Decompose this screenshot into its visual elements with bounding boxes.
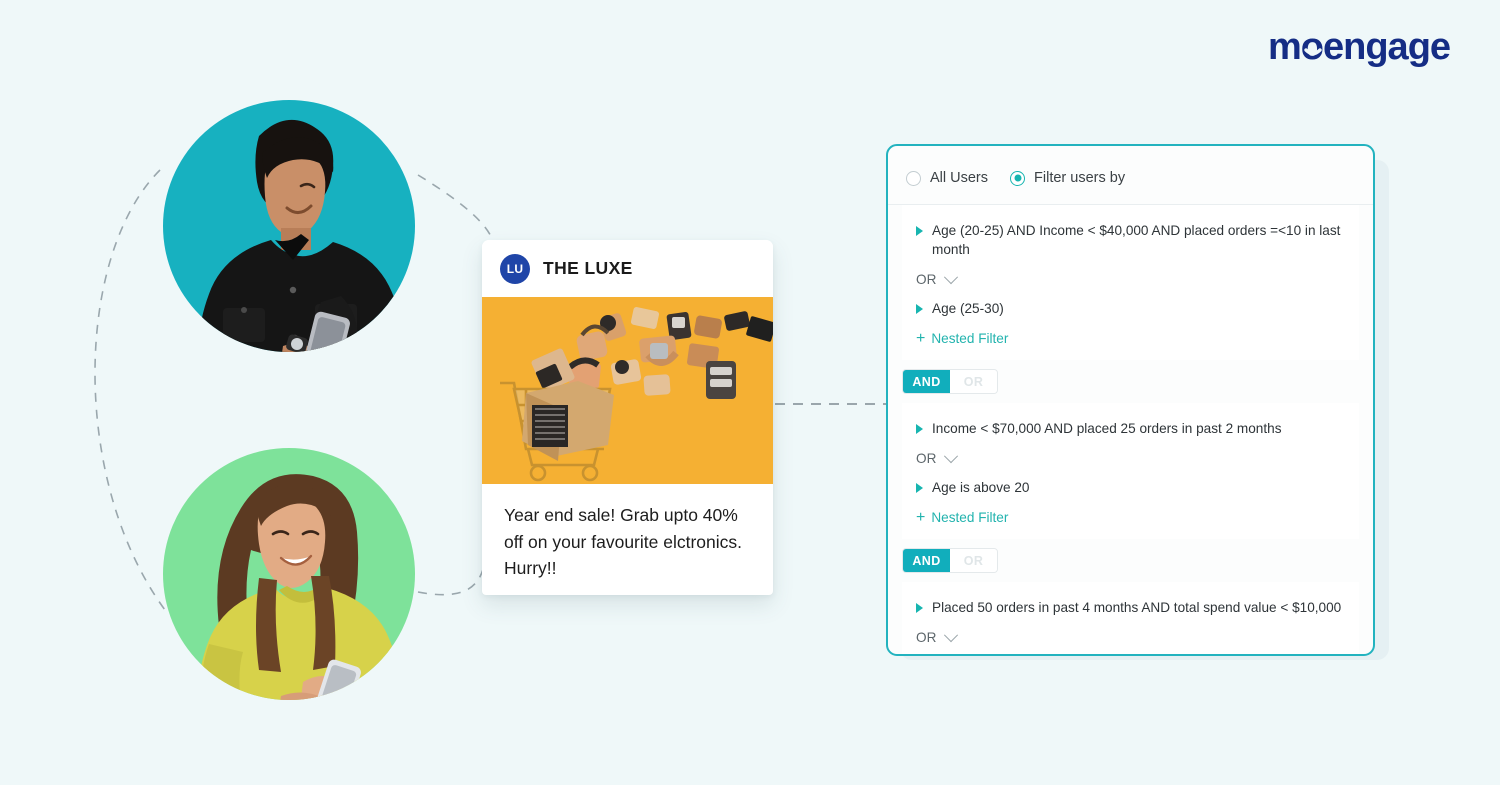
condition-row[interactable]: Placed 50 orders in past 4 months AND to…: [916, 598, 1359, 617]
segmentation-panel: All Users Filter users by Age (20-25) AN…: [886, 144, 1375, 656]
condition-row[interactable]: Income < $70,000 AND placed 25 orders in…: [916, 419, 1359, 438]
radio-label-all-users: All Users: [930, 170, 989, 186]
chevron-down-icon[interactable]: [944, 269, 959, 284]
brand-name: THE LUXE: [543, 258, 633, 278]
expand-triangle-icon[interactable]: [916, 304, 923, 314]
condition-text: Age (20-25) AND Income < $40,000 AND pla…: [932, 223, 1341, 257]
or-label: OR: [916, 272, 937, 287]
group-operator-toggle-1[interactable]: AND OR: [888, 360, 1373, 403]
toggle-or[interactable]: OR: [950, 370, 997, 393]
filter-group-1: Age (20-25) AND Income < $40,000 AND pla…: [902, 205, 1359, 360]
persona-man-photo: [197, 119, 405, 352]
filter-group-3: Placed 50 orders in past 4 months AND to…: [902, 582, 1359, 654]
condition-text: Age (25-30): [932, 301, 1004, 316]
or-label: OR: [916, 451, 937, 466]
nested-filter-label: Nested Filter: [931, 510, 1009, 525]
notification-card[interactable]: LU THE LUXE Year end sale! Grab upto 40%…: [482, 240, 773, 595]
notification-header: LU THE LUXE: [482, 240, 773, 297]
or-connector[interactable]: OR: [916, 627, 1359, 645]
plus-icon: +: [916, 330, 926, 347]
promo-banner-image: [482, 297, 773, 484]
radio-filter-users-by[interactable]: Filter users by: [1010, 170, 1125, 186]
nested-filter-label: Nested Filter: [931, 331, 1009, 346]
or-connector[interactable]: OR: [916, 269, 1359, 287]
expand-triangle-icon[interactable]: [916, 483, 923, 493]
or-label: OR: [916, 630, 937, 645]
moengage-logo: moengage moengage: [1268, 22, 1464, 72]
expand-triangle-icon[interactable]: [916, 603, 923, 613]
avatar: LU: [500, 253, 530, 284]
plus-icon: +: [916, 509, 926, 526]
condition-text: Placed 50 orders in past 4 months AND to…: [932, 600, 1342, 615]
or-connector[interactable]: OR: [916, 448, 1359, 466]
condition-row[interactable]: Age is above 20: [916, 478, 1359, 497]
expand-triangle-icon[interactable]: [916, 226, 923, 236]
persona-woman: [163, 448, 415, 700]
condition-text: Age is above 20: [932, 480, 1030, 495]
radio-icon-filter-users-by: [1010, 170, 1026, 186]
logo-wordmark: moengage: [1268, 26, 1450, 68]
condition-row[interactable]: Age (25-30): [916, 299, 1359, 318]
toggle-or[interactable]: OR: [950, 549, 997, 572]
condition-row[interactable]: Age (20-25) AND Income < $40,000 AND pla…: [916, 221, 1359, 259]
add-nested-filter-link[interactable]: + Nested Filter: [916, 330, 1359, 347]
radio-all-users[interactable]: All Users: [906, 170, 988, 186]
group-operator-toggle-2[interactable]: AND OR: [888, 539, 1373, 582]
expand-triangle-icon[interactable]: [916, 424, 923, 434]
toggle-and[interactable]: AND: [903, 549, 950, 572]
condition-text: Income < $70,000 AND placed 25 orders in…: [932, 421, 1282, 436]
chevron-down-icon[interactable]: [944, 448, 959, 463]
filter-group-2: Income < $70,000 AND placed 25 orders in…: [902, 403, 1359, 539]
chevron-down-icon[interactable]: [944, 627, 959, 642]
persona-woman-photo: [197, 474, 401, 700]
radio-icon-all-users: [906, 170, 921, 186]
add-nested-filter-link[interactable]: + Nested Filter: [916, 509, 1359, 526]
toggle-and[interactable]: AND: [903, 370, 950, 393]
audience-selector: All Users Filter users by: [888, 146, 1373, 190]
notification-message: Year end sale! Grab upto 40% off on your…: [504, 505, 742, 578]
radio-label-filter-users-by: Filter users by: [1034, 170, 1126, 186]
persona-man: [163, 100, 415, 352]
